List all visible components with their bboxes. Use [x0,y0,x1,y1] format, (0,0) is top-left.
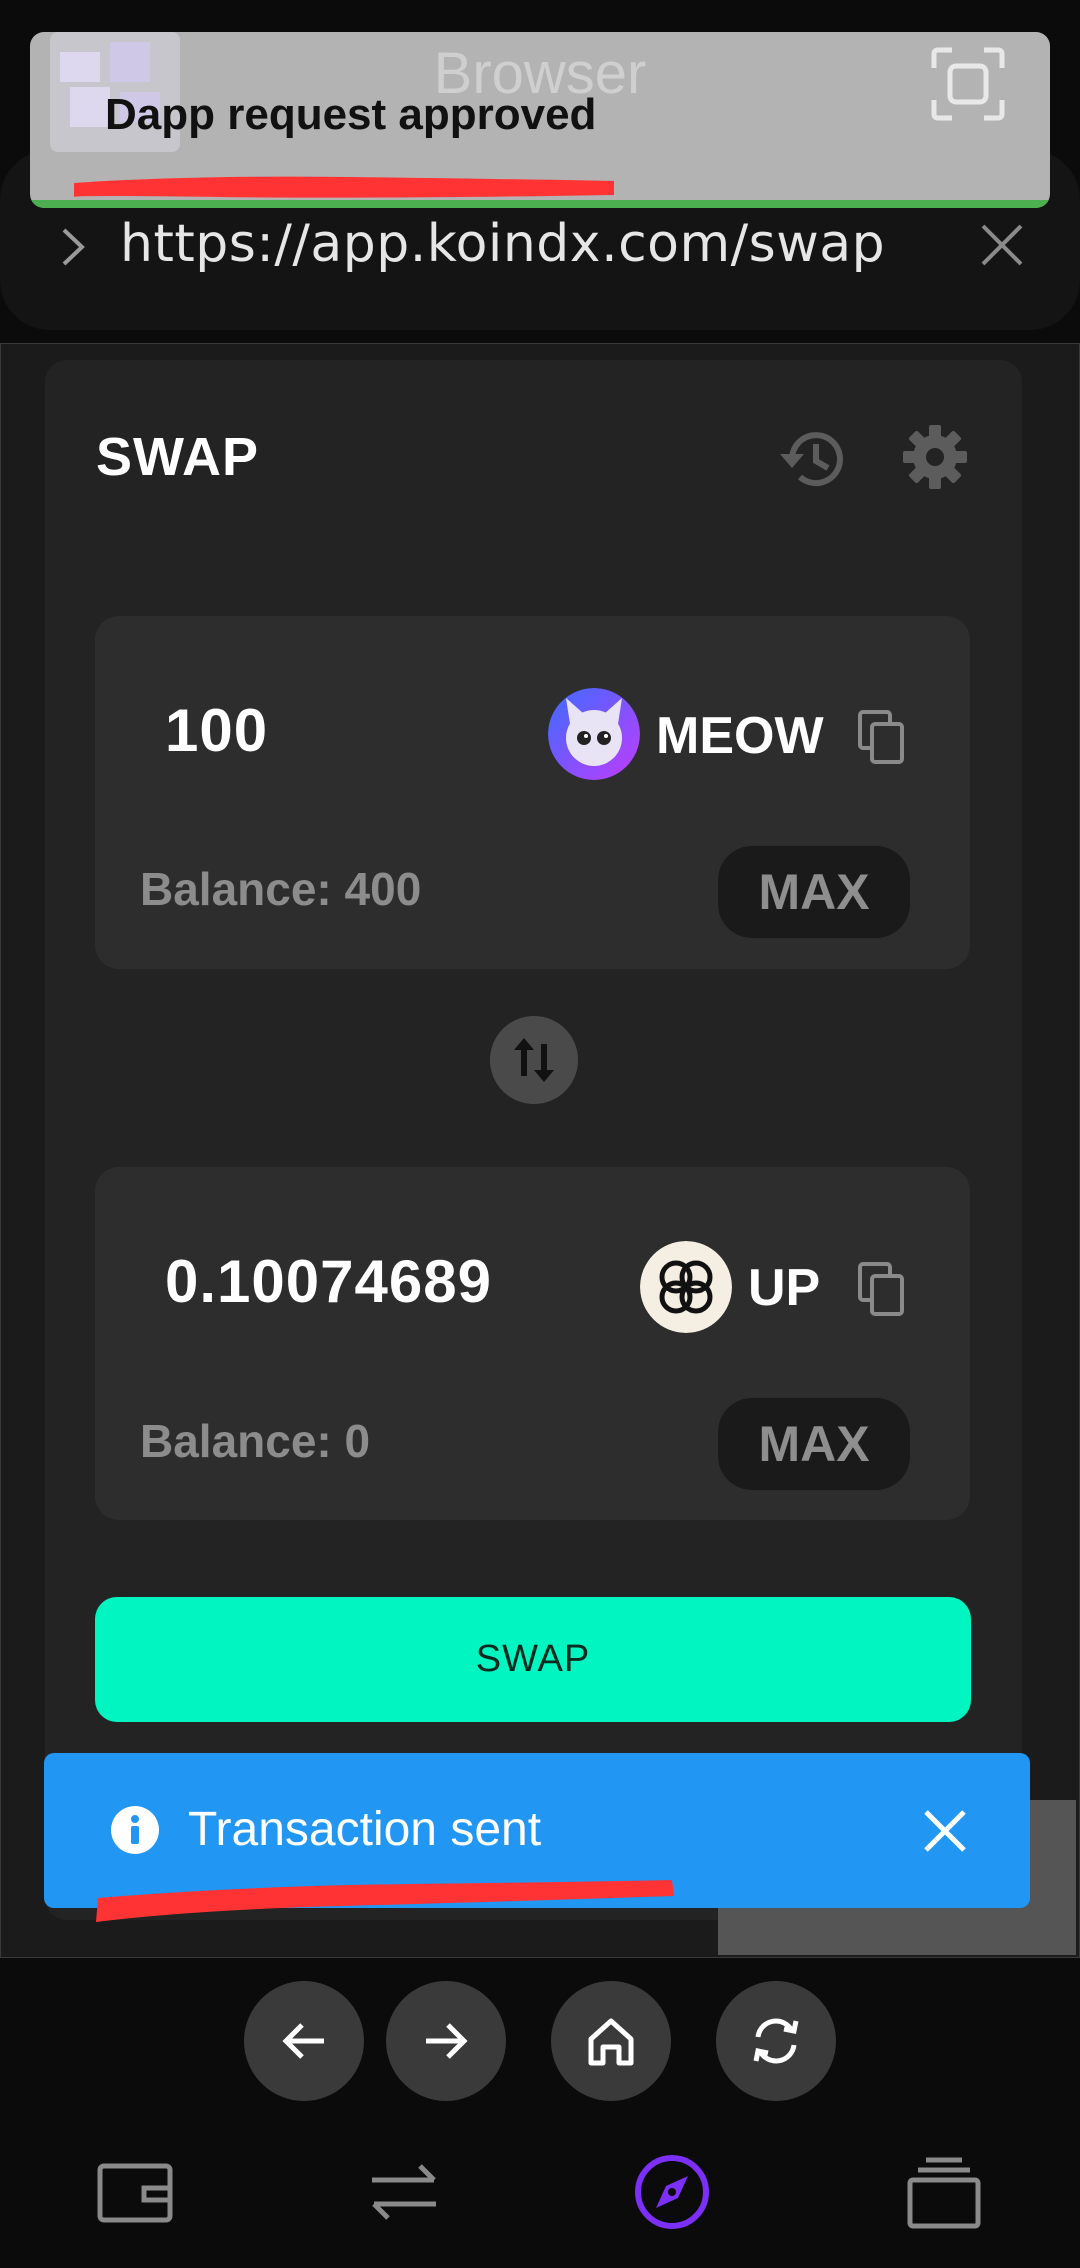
toast-message: Transaction sent [188,1803,542,1856]
stack-icon[interactable] [902,2150,986,2234]
red-annotation-underline [73,176,614,198]
meow-token-logo[interactable] [548,688,640,780]
to-balance: Balance: 0 [140,1415,371,1467]
from-token-name[interactable]: MEOW [656,706,824,766]
refresh-button[interactable] [716,1981,836,2101]
scan-icon[interactable] [930,46,1006,122]
to-amount-input[interactable]: 0.10074689 [165,1247,492,1316]
info-icon [111,1806,159,1854]
close-icon[interactable] [922,1808,968,1854]
from-max-button[interactable]: MAX [718,846,910,938]
swap-title: SWAP [96,427,260,487]
history-icon[interactable] [778,424,848,494]
forward-arrow-icon [426,2023,468,2059]
gear-icon[interactable] [902,424,968,490]
to-max-button[interactable]: MAX [718,1398,910,1490]
swap-button[interactable]: SWAP [95,1597,971,1722]
home-button[interactable] [551,1981,671,2101]
back-button[interactable] [244,1981,364,2101]
red-annotation-underline [96,1880,674,1922]
to-token-name[interactable]: UP [748,1258,820,1318]
back-arrow-icon [282,2023,324,2059]
copy-icon[interactable] [856,708,908,766]
copy-icon[interactable] [856,1260,908,1318]
wallet-icon[interactable] [94,2150,178,2234]
home-icon [588,2018,634,2066]
compass-icon[interactable] [630,2150,714,2234]
url-text[interactable]: https://app.koindx.com/swap [120,214,885,274]
chevron-right-icon[interactable] [54,222,94,272]
notification-title: Dapp request approved [105,90,597,139]
swap-arrows-icon[interactable] [362,2150,446,2234]
forward-button[interactable] [386,1981,506,2101]
from-amount-input[interactable]: 100 [165,696,268,765]
close-icon[interactable] [975,218,1029,272]
swap-direction-icon[interactable] [490,1016,578,1104]
up-token-logo[interactable] [640,1241,732,1333]
from-balance: Balance: 400 [140,863,422,915]
refresh-icon [753,2018,799,2064]
